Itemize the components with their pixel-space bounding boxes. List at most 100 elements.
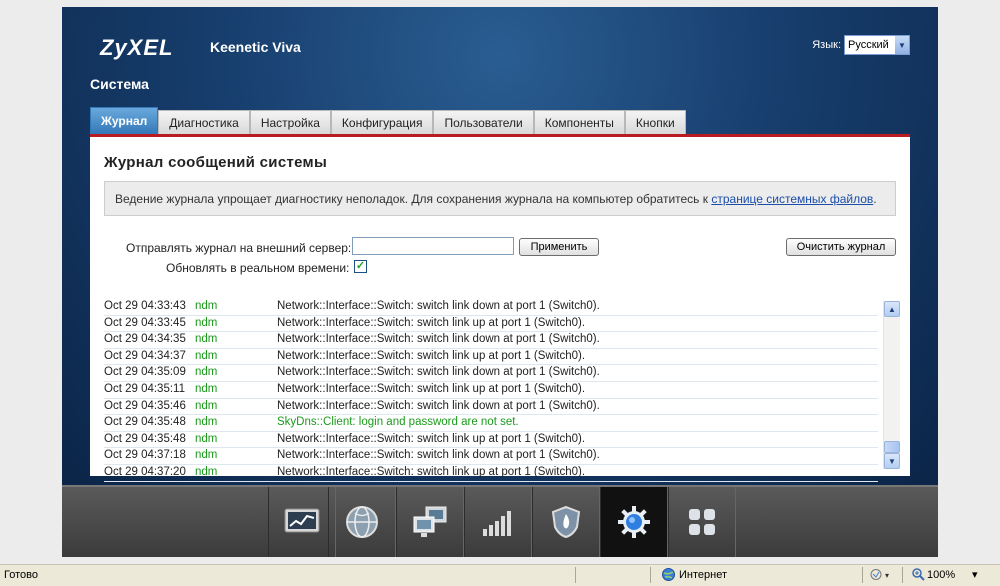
log-time: Oct 29 04:33:43 — [104, 300, 186, 312]
log-time: Oct 29 04:35:48 — [104, 432, 186, 445]
log-row: Oct 29 04:33:45 ndm Network::Interface::Sw… — [104, 316, 878, 333]
tab-configuration[interactable]: Конфигурация — [330, 110, 434, 134]
dock-item-home-network[interactable] — [396, 487, 464, 557]
tab-diagnostics[interactable]: Диагностика — [158, 110, 250, 134]
info-end: . — [873, 191, 877, 206]
router-admin-frame: ZyXEL Keenetic Viva Система Язык: Русски… — [62, 7, 938, 557]
dock-item-security[interactable] — [532, 487, 600, 557]
log-time: Oct 29 04:35:11 — [104, 382, 185, 395]
realtime-checkbox[interactable]: ✓ — [354, 260, 367, 273]
log-row: Oct 29 04:33:43 ndm Network::Interface::Sw… — [104, 299, 878, 316]
log-row: Oct 29 04:37:20 ndm Network::Interface::Sw… — [104, 465, 878, 482]
apply-button[interactable]: Применить — [519, 238, 599, 256]
system-files-link[interactable]: странице системных файлов — [711, 192, 873, 206]
tab-buttons[interactable]: Кнопки — [624, 110, 686, 134]
log-source: ndm — [195, 300, 218, 312]
log-message: Network::Interface::Switch: switch link … — [277, 399, 600, 412]
log-source: ndm — [195, 399, 218, 412]
log-row: Oct 29 04:35:46 ndm Network::Interface::Sw… — [104, 399, 878, 416]
log-row: Oct 29 04:35:11 ndm Network::Interface::Sw… — [104, 382, 878, 399]
checkmark-icon: ✓ — [355, 260, 366, 272]
realtime-label: Обновлять в реальном времени: — [166, 261, 350, 275]
scroll-up-icon[interactable]: ▲ — [884, 301, 900, 317]
status-text: Готово — [4, 569, 38, 581]
log-time: Oct 29 04:35:48 — [104, 416, 186, 429]
language-value: Русский — [848, 39, 889, 51]
server-input[interactable] — [352, 237, 514, 255]
protected-mode-icon[interactable]: ▾ — [870, 568, 894, 584]
log-source: ndm — [195, 416, 218, 429]
log-message: Network::Interface::Switch: switch link … — [277, 432, 586, 445]
monitor-chart-icon — [284, 508, 320, 533]
language-select[interactable]: Русский ▼ — [844, 35, 910, 55]
tab-journal[interactable]: Журнал — [90, 107, 159, 134]
log-time: Oct 29 04:35:09 — [104, 366, 186, 379]
dock-item-wifi[interactable] — [464, 487, 532, 557]
scroll-down-icon[interactable]: ▼ — [884, 453, 900, 469]
info-text: Ведение журнала упрощает диагностику неп… — [115, 191, 712, 206]
log-message: Network::Interface::Switch: switch link … — [277, 300, 600, 312]
log-source: ndm — [195, 449, 218, 462]
language-selector: Язык: Русский ▼ — [812, 35, 910, 55]
log-source: ndm — [195, 366, 218, 379]
bottom-dock — [62, 485, 938, 557]
log-message: Network::Interface::Switch: switch link … — [277, 316, 586, 329]
zone-label: Интернет — [679, 569, 727, 581]
info-box: Ведение журнала упрощает диагностику неп… — [104, 181, 896, 216]
language-label: Язык: — [812, 39, 841, 51]
apps-grid-icon — [689, 509, 715, 535]
zoom-icon[interactable] — [912, 568, 925, 584]
globe-icon — [346, 506, 378, 538]
log-time: Oct 29 04:33:45 — [104, 316, 186, 329]
chevron-down-icon[interactable]: ▼ — [895, 36, 909, 54]
dock-item-monitor[interactable] — [268, 487, 336, 557]
log-time: Oct 29 04:34:37 — [104, 349, 186, 362]
log-time: Oct 29 04:37:18 — [104, 449, 186, 462]
log-time: Oct 29 04:37:20 — [104, 465, 186, 478]
server-label: Отправлять журнал на внешний сервер: — [126, 241, 352, 255]
log-source: ndm — [195, 333, 218, 346]
dock-item-internet[interactable] — [328, 487, 396, 557]
svg-text:▾: ▾ — [885, 571, 889, 580]
page-title: Журнал сообщений системы — [104, 154, 328, 171]
log-message: Network::Interface::Switch: switch link … — [277, 333, 600, 346]
scroll-thumb[interactable] — [884, 441, 900, 453]
gear-icon — [618, 506, 650, 538]
log-source: ndm — [195, 316, 218, 329]
log-row: Oct 29 04:35:48 ndm Network::Interface::Sw… — [104, 432, 878, 449]
browser-statusbar: Готово Интернет ▾ 100% ▾ — [0, 564, 1000, 586]
log-message: Network::Interface::Switch: switch link … — [277, 449, 600, 462]
internet-zone-icon — [662, 568, 675, 584]
admin-panel: ZyXEL Keenetic Viva Система Язык: Русски… — [62, 7, 938, 485]
clear-log-button[interactable]: Очистить журнал — [786, 238, 896, 256]
network-computers-icon — [413, 506, 447, 537]
log-row: Oct 29 04:35:48 ndm SkyDns::Client: login … — [104, 415, 878, 432]
log-source: ndm — [195, 465, 218, 478]
dock-item-system[interactable] — [600, 487, 668, 557]
firewall-shield-icon — [551, 505, 581, 539]
model-name: Keenetic Viva — [210, 39, 301, 55]
tab-users[interactable]: Пользователи — [433, 110, 534, 134]
log-row: Oct 29 04:37:18 ndm Network::Interface::Sw… — [104, 448, 878, 465]
log-scrollbar[interactable]: ▲ ▼ — [883, 301, 900, 469]
tab-components[interactable]: Компоненты — [533, 110, 625, 134]
log-time: Oct 29 04:35:46 — [104, 399, 186, 412]
log-source: ndm — [195, 349, 218, 362]
log-table: Oct 29 04:33:43 ndm Network::Interface::Sw… — [104, 299, 878, 482]
log-message: Network::Interface::Switch: switch link … — [277, 465, 586, 478]
log-row: Oct 29 04:34:35 ndm Network::Interface::Sw… — [104, 332, 878, 349]
chevron-down-icon[interactable]: ▾ — [972, 568, 978, 581]
log-source: ndm — [195, 432, 218, 445]
log-message: SkyDns::Client: login and password are n… — [277, 416, 519, 429]
log-row: Oct 29 04:34:37 ndm Network::Interface::Sw… — [104, 349, 878, 366]
log-message: Network::Interface::Switch: switch link … — [277, 349, 586, 362]
log-source: ndm — [195, 382, 218, 395]
zoom-level[interactable]: 100% — [927, 569, 955, 581]
tab-settings[interactable]: Настройка — [249, 110, 331, 134]
dock-item-apps[interactable] — [668, 487, 736, 557]
log-time: Oct 29 04:34:35 — [104, 333, 186, 346]
tab-bar: Журнал Диагностика Настройка Конфигураци… — [90, 107, 686, 134]
content-panel: Журнал сообщений системы Ведение журнала… — [90, 134, 910, 482]
log-message: Network::Interface::Switch: switch link … — [277, 382, 586, 395]
wifi-signal-bars-icon — [483, 511, 511, 536]
